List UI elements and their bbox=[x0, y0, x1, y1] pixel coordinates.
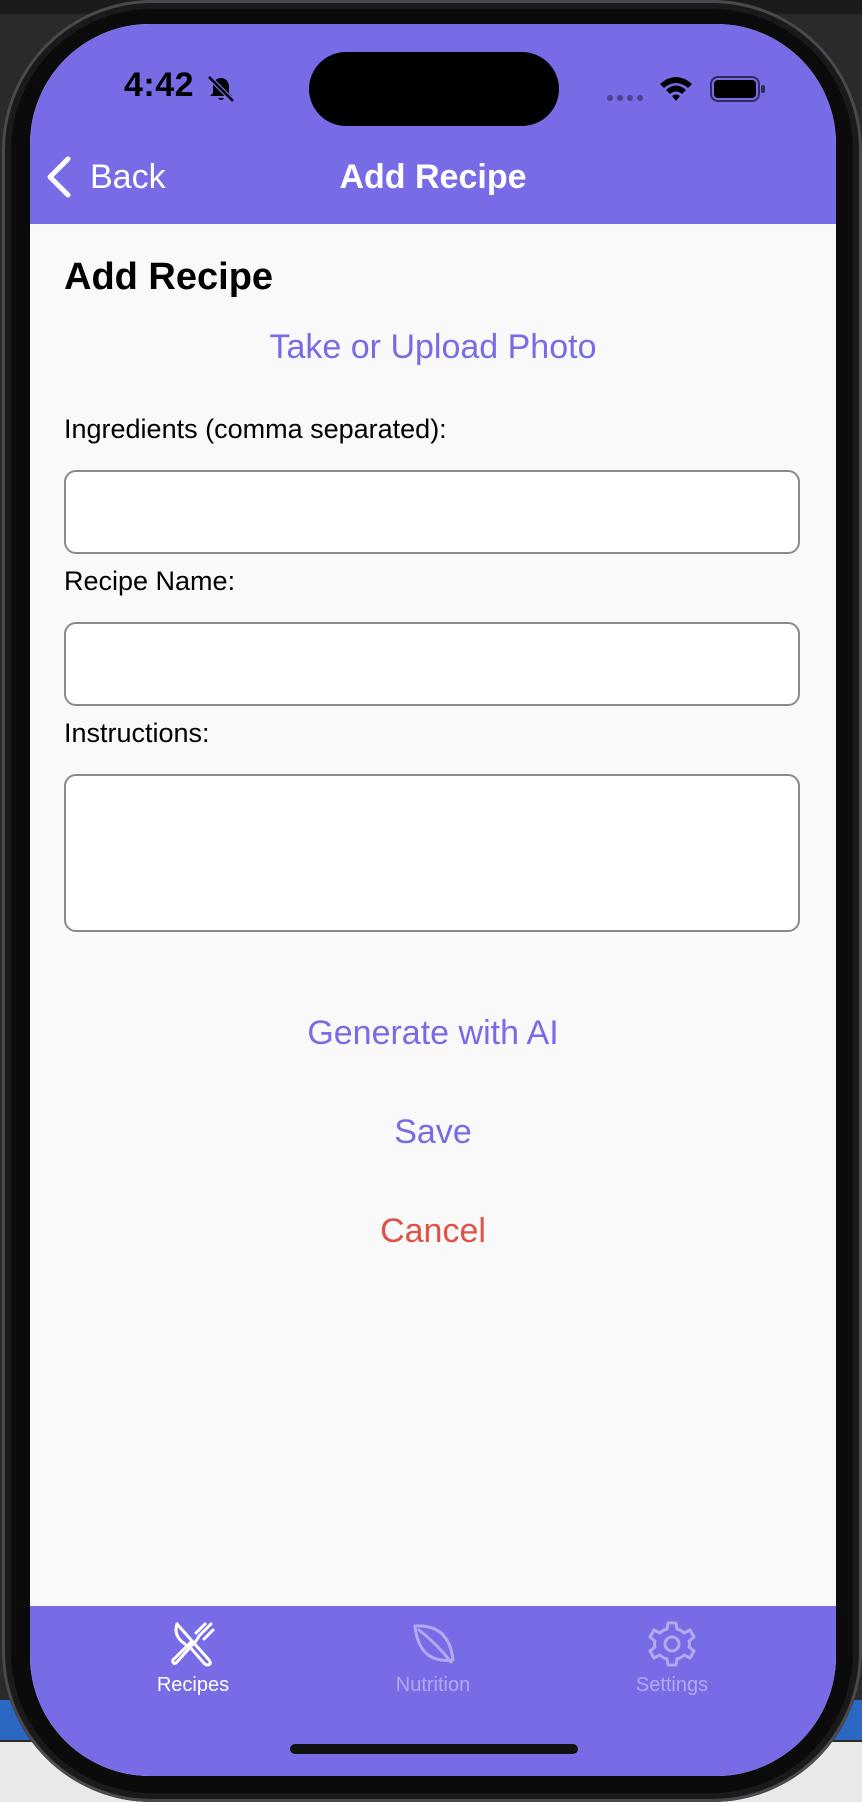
page-title: Add Recipe bbox=[64, 256, 274, 298]
recipe-name-input[interactable] bbox=[64, 622, 800, 706]
instructions-textarea[interactable] bbox=[64, 774, 800, 932]
nav-title: Add Recipe bbox=[339, 158, 527, 196]
tab-recipes[interactable]: Recipes bbox=[103, 1606, 283, 1716]
fork-knife-icon bbox=[171, 1622, 215, 1667]
phone-screen: 4:42 Back Add Recipe Add Recipe Take or … bbox=[30, 24, 836, 1776]
take-upload-photo-button[interactable]: Take or Upload Photo bbox=[30, 328, 836, 367]
ingredients-label: Ingredients (comma separated): bbox=[64, 414, 447, 444]
tab-nutrition[interactable]: Nutrition bbox=[343, 1606, 523, 1716]
wifi-icon bbox=[660, 77, 692, 101]
tab-settings-label: Settings bbox=[635, 1674, 709, 1696]
add-recipe-form: Add Recipe Take or Upload Photo Ingredie… bbox=[30, 224, 836, 1606]
ingredients-input[interactable] bbox=[64, 470, 800, 554]
tab-nutrition-label: Nutrition bbox=[395, 1674, 471, 1696]
home-indicator[interactable] bbox=[290, 1744, 578, 1754]
phone-frame: 4:42 Back Add Recipe Add Recipe Take or … bbox=[2, 0, 862, 1802]
battery-icon bbox=[710, 76, 765, 102]
instructions-label: Instructions: bbox=[64, 718, 210, 748]
leaf-icon bbox=[413, 1624, 455, 1664]
tab-settings[interactable]: Settings bbox=[582, 1606, 762, 1716]
gear-icon bbox=[648, 1621, 696, 1667]
cellular-signal-icon bbox=[607, 95, 643, 101]
navigation-bar: Back Add Recipe bbox=[30, 134, 836, 224]
dynamic-island bbox=[309, 52, 559, 126]
save-button[interactable]: Save bbox=[30, 1113, 836, 1152]
silent-bell-icon bbox=[207, 75, 235, 103]
generate-with-ai-button[interactable]: Generate with AI bbox=[30, 1014, 836, 1053]
cancel-button[interactable]: Cancel bbox=[30, 1212, 836, 1251]
status-time: 4:42 bbox=[124, 66, 195, 104]
tab-recipes-label: Recipes bbox=[156, 1674, 230, 1696]
recipe-name-label: Recipe Name: bbox=[64, 566, 236, 596]
